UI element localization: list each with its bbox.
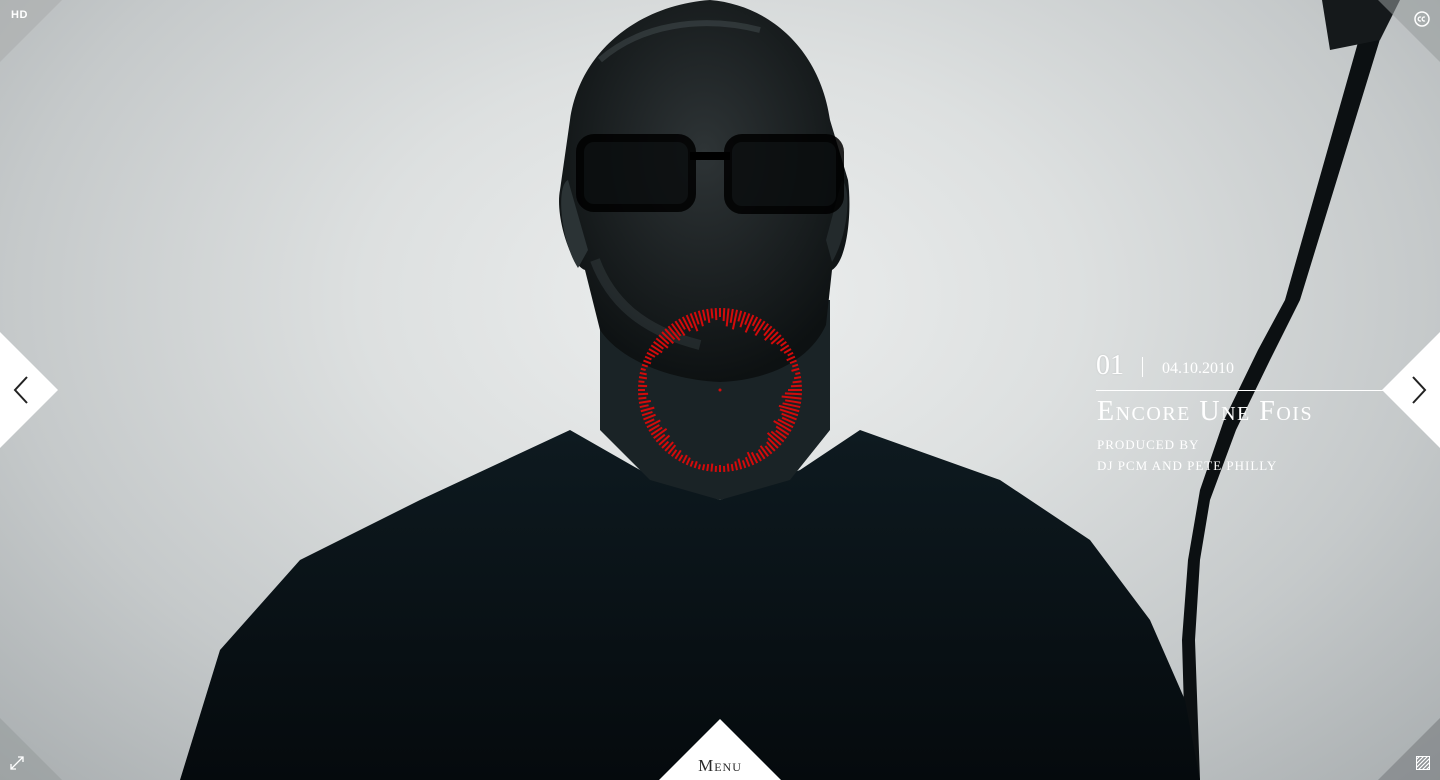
- visualizer-bar: [710, 308, 714, 319]
- hd-toggle[interactable]: HD: [11, 9, 28, 21]
- visualizer-bar: [791, 367, 800, 372]
- visualizer-bar: [701, 309, 707, 321]
- visualizer-bar: [793, 376, 802, 380]
- visualizer-bar: [689, 460, 694, 467]
- visualizer-bar: [741, 460, 747, 469]
- visualizer-bar: [644, 355, 652, 361]
- visualizer-bar: [639, 371, 647, 376]
- visualizer-bar: [639, 404, 649, 409]
- visualizer-bar: [685, 457, 691, 466]
- visualizer-bar: [764, 328, 776, 341]
- visualizer-bar: [644, 418, 655, 425]
- track-number: 01: [1096, 350, 1124, 381]
- visualizer-bar: [785, 399, 802, 404]
- visualizer-bar: [795, 371, 801, 375]
- visualizer-bar: [706, 308, 711, 323]
- visualizer-bar: [643, 359, 652, 365]
- expand-icon[interactable]: [9, 755, 25, 771]
- grain-toggle-icon[interactable]: [1416, 756, 1430, 770]
- visualizer-bar: [638, 380, 645, 384]
- visualizer-bar: [754, 320, 766, 337]
- visualizer-bar: [725, 308, 730, 327]
- divider: [1096, 390, 1386, 391]
- audio-visualizer: [638, 308, 802, 472]
- producer-credit: Produced by DJ PCM and Pete Philly: [1097, 434, 1277, 476]
- visualizer-bar: [784, 392, 802, 396]
- visualizer-bar: [762, 323, 770, 331]
- visualizer-bar: [638, 376, 648, 380]
- visualizer-bar: [783, 348, 792, 354]
- visualizer-bar: [790, 384, 802, 388]
- visualizer-bar: [789, 359, 797, 365]
- visualizer-bar: [706, 463, 710, 472]
- visualizer-bar: [714, 308, 718, 321]
- chevron-left-icon: [13, 376, 28, 404]
- credit-names: DJ PCM and Pete Philly: [1097, 458, 1278, 473]
- visualizer-bar: [701, 464, 706, 471]
- visualizer-bar: [640, 406, 655, 413]
- visualizer-bar: [653, 427, 668, 440]
- visualizer-bar: [737, 458, 743, 470]
- visualizer-bar: [670, 449, 678, 457]
- visualizer-bar: [792, 380, 802, 384]
- visualizer-bar: [641, 410, 653, 417]
- visualizer-bar: [638, 396, 647, 400]
- visualizer-center-dot: [718, 388, 722, 392]
- visualizer-bar: [655, 337, 669, 349]
- visualizer-bar: [731, 309, 739, 330]
- visualizer-bar: [730, 463, 734, 472]
- visualizer-bar: [755, 452, 762, 462]
- visualizer-bar: [640, 367, 646, 372]
- visualizer-bar: [646, 351, 656, 358]
- visualizer-bar: [638, 399, 652, 404]
- credit-label: Produced by: [1097, 437, 1200, 452]
- visualizer-bar: [744, 313, 751, 326]
- visualizer-bar: [710, 463, 714, 472]
- visualizer-bar: [722, 308, 726, 322]
- visualizer-bar: [729, 308, 734, 323]
- visualizer-bar: [751, 316, 759, 327]
- video-frame[interactable]: HD 01 04.10.2010 Encore Une Fois PRODUCE…: [0, 0, 1440, 780]
- visualizer-bar: [697, 464, 702, 470]
- visualizer-bar: [744, 456, 751, 467]
- divider: [1142, 357, 1143, 377]
- visualizer-bar: [681, 454, 688, 464]
- visualizer-bar: [734, 461, 739, 471]
- visualizer-bar: [641, 363, 649, 368]
- visualizer-bar: [678, 454, 684, 462]
- closed-captions-icon[interactable]: [1414, 11, 1430, 27]
- visualizer-bar: [670, 323, 682, 337]
- visualizer-bar: [638, 392, 649, 396]
- visualizer-bar: [791, 363, 799, 368]
- release-date: 04.10.2010: [1162, 360, 1234, 377]
- visualizer-bar: [780, 340, 787, 347]
- track-title: Encore Une Fois: [1097, 396, 1314, 427]
- visualizer-bar: [786, 355, 796, 362]
- visualizer-bar: [693, 311, 700, 325]
- visualizer-bar: [781, 395, 802, 400]
- chevron-right-icon: [1412, 376, 1427, 404]
- visualizer-bar: [693, 461, 698, 469]
- visualizer-bar: [737, 310, 743, 322]
- visualizer-bar: [787, 351, 794, 357]
- visualizer-bar: [726, 463, 730, 472]
